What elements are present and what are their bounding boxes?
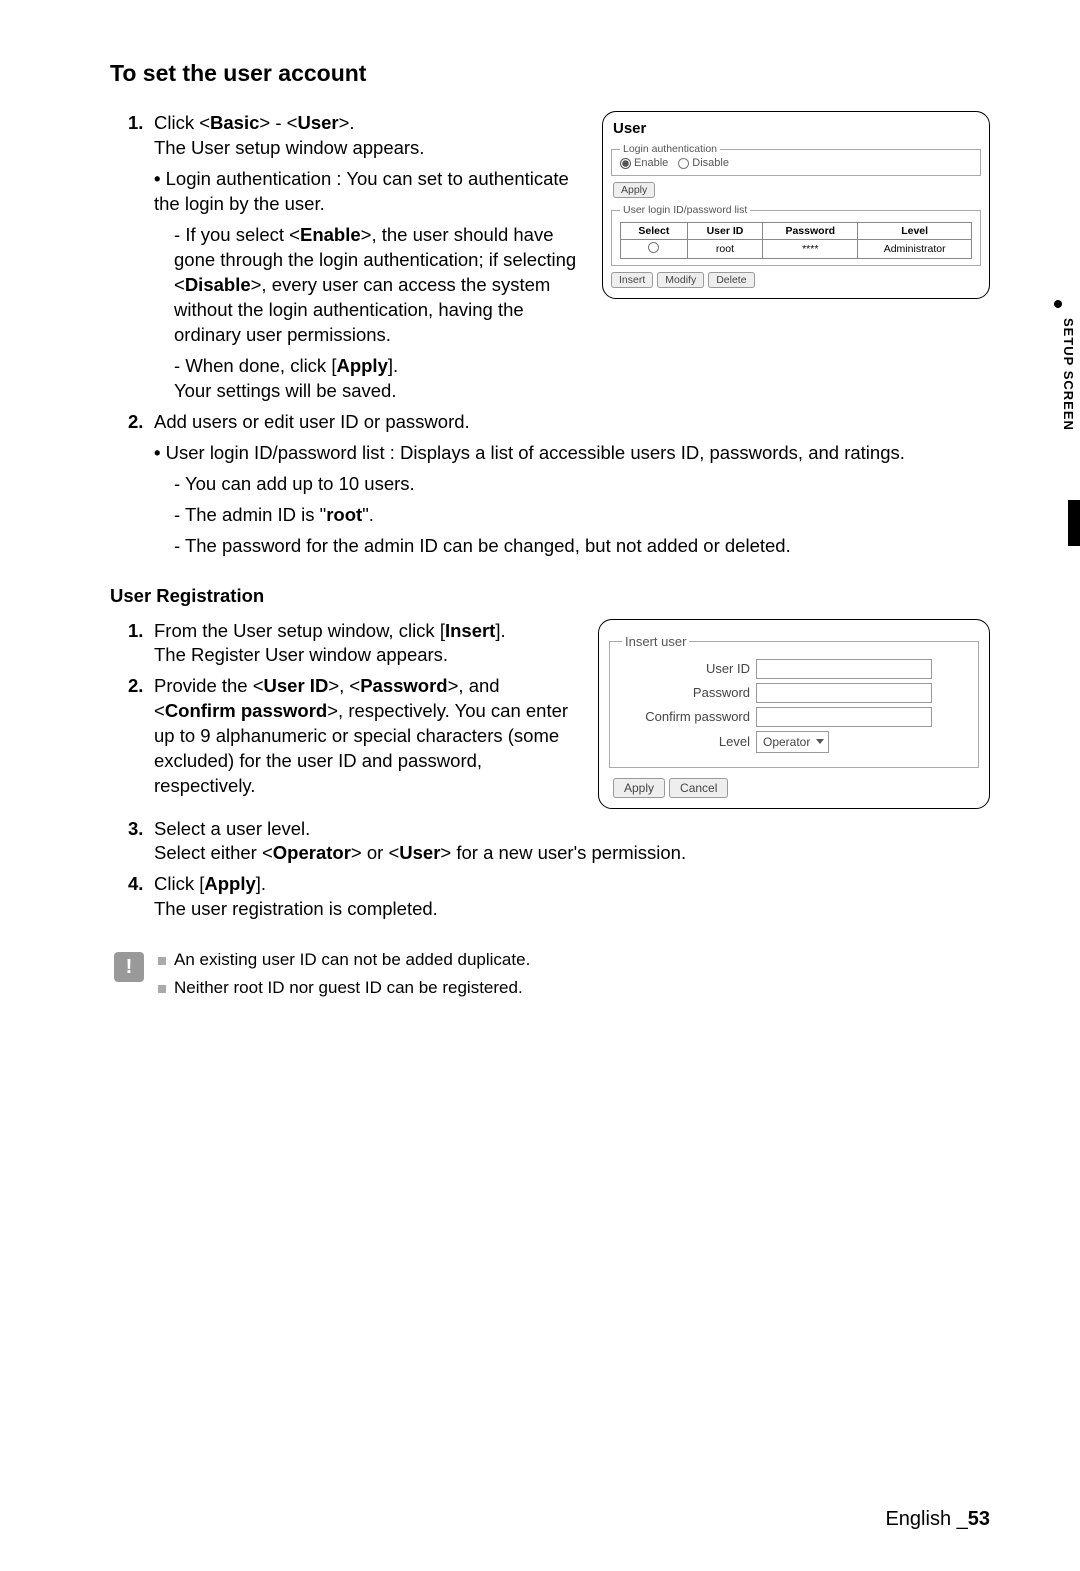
section-tab: SETUP SCREEN <box>1044 270 1080 535</box>
square-bullet-icon <box>158 985 166 993</box>
reg-step3: 3. Select a user level. Select either <O… <box>128 817 990 867</box>
fig2-apply-button[interactable]: Apply <box>613 778 665 798</box>
note-item-2: Neither root ID nor guest ID can be regi… <box>158 978 530 998</box>
fig1-row-select-radio[interactable] <box>648 242 659 253</box>
fig1-userlist-fieldset: User login ID/password list Select User … <box>611 204 981 266</box>
note-block: ! An existing user ID can not be added d… <box>110 950 990 1006</box>
step2: 2. Add users or edit user ID or password… <box>128 410 990 435</box>
tab-marker <box>1068 500 1080 546</box>
page-title: To set the user account <box>110 60 990 87</box>
fig1-apply-button[interactable]: Apply <box>613 182 655 198</box>
fig1-enable-option[interactable]: Enable <box>620 157 668 169</box>
step1-dash2: When done, click [Apply]. Your settings … <box>174 354 990 404</box>
fig2-password-input[interactable] <box>756 683 932 703</box>
fig2-cancel-button[interactable]: Cancel <box>669 778 728 798</box>
fig2-userid-label: User ID <box>622 661 756 676</box>
fig1-delete-button[interactable]: Delete <box>708 272 754 288</box>
fig1-table-row: root **** Administrator <box>621 240 972 259</box>
fig2-legend: Insert user <box>622 634 689 649</box>
tab-label: SETUP SCREEN <box>1061 318 1076 431</box>
fig1-modify-button[interactable]: Modify <box>657 272 704 288</box>
fig1-user-table: Select User ID Password Level root **** … <box>620 222 972 259</box>
figure-insert-user: Insert user User ID Password Confirm pas… <box>598 619 990 809</box>
chevron-down-icon <box>816 739 824 744</box>
tab-dot-icon <box>1054 300 1062 308</box>
step1: 1. Click <Basic> - <User>. The User setu… <box>128 111 588 161</box>
note-icon: ! <box>114 952 144 982</box>
fig2-password-label: Password <box>622 685 756 700</box>
fig1-insert-button[interactable]: Insert <box>611 272 653 288</box>
fig2-fieldset: Insert user User ID Password Confirm pas… <box>609 634 979 768</box>
fig2-confirm-input[interactable] <box>756 707 932 727</box>
step2-dash1: You can add up to 10 users. <box>174 472 990 497</box>
page-footer: English _53 <box>885 1508 990 1531</box>
fig2-userid-input[interactable] <box>756 659 932 679</box>
step2-dash3: The password for the admin ID can be cha… <box>174 534 990 559</box>
square-bullet-icon <box>158 957 166 965</box>
fig1-disable-radio[interactable] <box>678 158 689 169</box>
fig2-confirm-label: Confirm password <box>622 709 756 724</box>
reg-step4: 4. Click [Apply]. The user registration … <box>128 872 990 922</box>
fig1-table-header-row: Select User ID Password Level <box>621 223 972 240</box>
step2-bullet1: User login ID/password list : Displays a… <box>154 441 990 466</box>
fig1-disable-option[interactable]: Disable <box>678 157 729 169</box>
figure-user-panel: User Login authentication Enable Disable… <box>602 111 990 299</box>
fig1-legend2: User login ID/password list <box>620 204 750 216</box>
fig1-login-auth-fieldset: Login authentication Enable Disable <box>611 143 981 176</box>
step2-dash2: The admin ID is "root". <box>174 503 990 528</box>
fig1-legend1: Login authentication <box>620 143 720 155</box>
reg-step2: 2. Provide the <User ID>, <Password>, an… <box>128 674 584 799</box>
reg-step1: 1. From the User setup window, click [In… <box>128 619 584 669</box>
user-registration-heading: User Registration <box>110 585 990 607</box>
fig1-title: User <box>613 120 979 137</box>
fig2-level-label: Level <box>622 734 756 749</box>
fig2-level-select[interactable]: Operator <box>756 731 829 753</box>
note-item-1: An existing user ID can not be added dup… <box>158 950 530 970</box>
fig1-enable-radio[interactable] <box>620 158 631 169</box>
